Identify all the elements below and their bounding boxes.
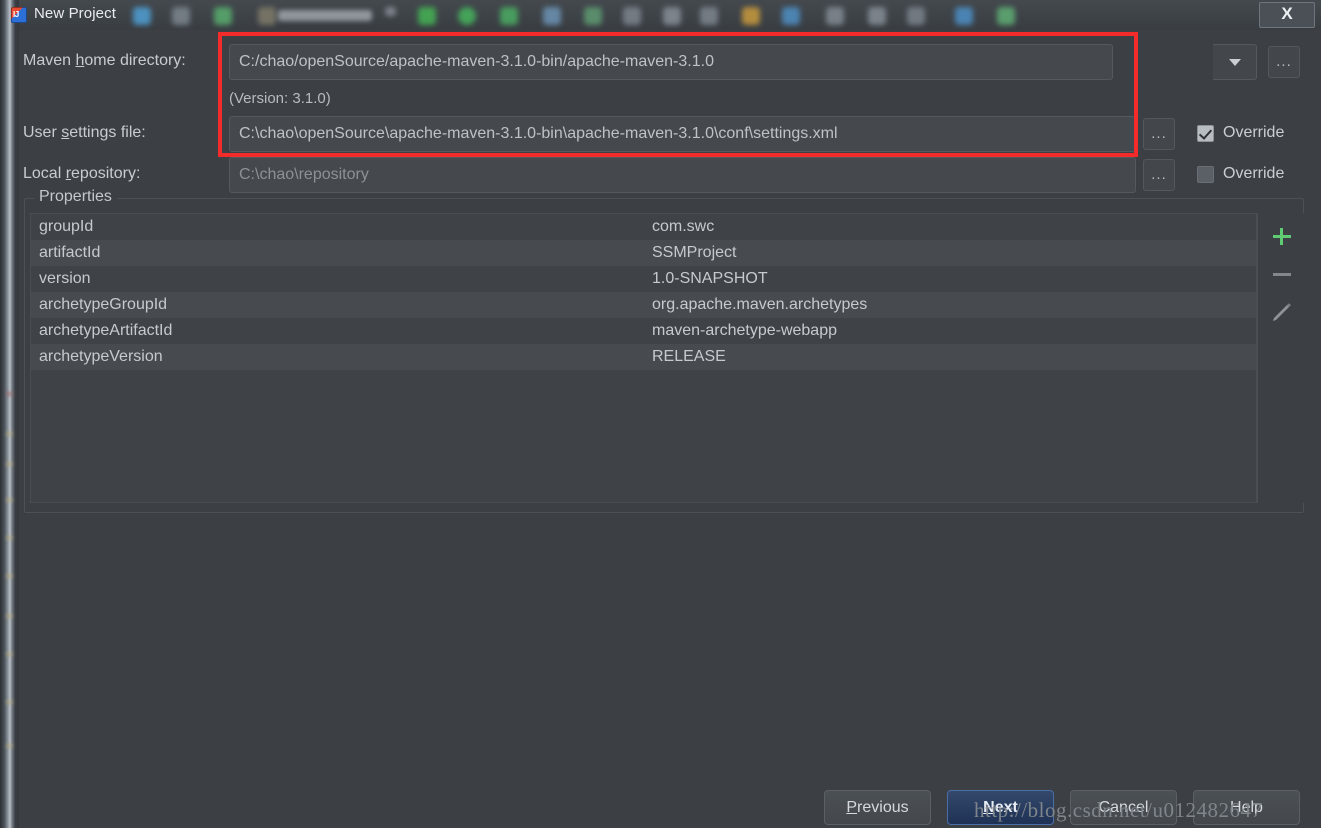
maven-home-dropdown-button[interactable] [1213, 44, 1257, 80]
properties-actions-toolbar [1257, 213, 1305, 503]
new-project-dialog: Maven home directory: C:/chao/openSource… [19, 30, 1321, 828]
label-mnemonic: P [846, 799, 858, 816]
property-key: version [39, 270, 91, 287]
blurred-fleck [6, 498, 13, 502]
property-value: com.swc [652, 218, 715, 235]
local-repository-label: Local repository: [23, 165, 140, 183]
blurred-fleck [6, 652, 13, 656]
blurred-fleck [6, 744, 13, 748]
table-row[interactable]: version 1.0-SNAPSHOT [31, 266, 1256, 292]
user-settings-override-checkbox[interactable]: Override [1197, 124, 1284, 142]
blurred-fleck [6, 462, 13, 466]
maven-version-note: (Version: 3.1.0) [229, 90, 331, 107]
label-part: revious [857, 799, 909, 816]
properties-group: Properties groupId com.swc artifactId SSMPr… [24, 188, 1305, 513]
intellij-idea-icon [11, 7, 27, 23]
properties-group-title: Properties [34, 188, 117, 206]
blurred-fleck [6, 392, 13, 396]
table-row[interactable]: archetypeArtifactId maven-archetype-webap… [31, 318, 1256, 344]
property-key: archetypeGroupId [39, 296, 168, 313]
user-settings-file-label: User settings file: [23, 124, 146, 142]
label-part: User [23, 124, 62, 141]
local-repository-input[interactable]: C:\chao\repository [229, 157, 1136, 193]
label-part: ettings file: [69, 124, 146, 141]
remove-property-button[interactable] [1258, 259, 1305, 289]
label-part: Maven [23, 52, 76, 69]
property-value: maven-archetype-webapp [652, 322, 837, 339]
blurred-fleck [6, 432, 13, 436]
table-row[interactable]: groupId com.swc [31, 214, 1256, 240]
label-part: ome directory: [84, 52, 186, 69]
pencil-icon [1273, 303, 1291, 321]
property-key: archetypeArtifactId [39, 322, 173, 339]
local-repository-override-checkbox[interactable]: Override [1197, 165, 1284, 183]
maven-home-browse-button[interactable]: ... [1268, 46, 1300, 78]
property-key: groupId [39, 218, 94, 235]
property-value: RELEASE [652, 348, 726, 365]
close-icon[interactable]: X [1259, 2, 1315, 28]
label-part: epository: [71, 165, 141, 182]
property-value: 1.0-SNAPSHOT [652, 270, 768, 287]
blurred-fleck [6, 614, 13, 618]
property-key: artifactId [39, 244, 101, 261]
user-settings-browse-button[interactable]: ... [1143, 118, 1175, 150]
table-row[interactable]: archetypeGroupId org.apache.maven.archety… [31, 292, 1256, 318]
screen-root: New Project X Maven home directory: C:/c… [0, 0, 1321, 828]
property-key: archetypeVersion [39, 348, 163, 365]
blurred-fleck [6, 536, 13, 540]
maven-home-directory-label: Maven home directory: [23, 52, 186, 70]
add-property-button[interactable] [1258, 221, 1305, 251]
blurred-fleck [6, 574, 13, 578]
previous-button[interactable]: Previous [824, 790, 931, 825]
checkbox-checked-icon [1197, 124, 1214, 142]
watermark-text: http://blog.csdn.net/u012482647 [974, 798, 1263, 822]
dialog-title: New Project [34, 5, 116, 22]
background-ide-left-edge [0, 0, 19, 828]
table-row[interactable]: archetypeVersion RELEASE [31, 344, 1256, 370]
properties-table[interactable]: groupId com.swc artifactId SSMProject versio… [30, 213, 1257, 503]
checkbox-unchecked-icon [1197, 165, 1214, 183]
table-row[interactable]: artifactId SSMProject [31, 240, 1256, 266]
label-part: Local [23, 165, 66, 182]
dialog-title-bar: New Project X [0, 0, 1321, 30]
local-repository-browse-button[interactable]: ... [1143, 159, 1175, 191]
property-value: org.apache.maven.archetypes [652, 296, 868, 313]
override-label: Override [1223, 165, 1285, 182]
maven-home-directory-input[interactable]: C:/chao/openSource/apache-maven-3.1.0-bi… [229, 44, 1113, 80]
edit-property-button[interactable] [1258, 297, 1305, 327]
property-value: SSMProject [652, 244, 737, 261]
override-label: Override [1223, 124, 1285, 141]
blurred-fleck [6, 700, 13, 704]
user-settings-file-input[interactable]: C:\chao\openSource\apache-maven-3.1.0-bi… [229, 116, 1136, 152]
